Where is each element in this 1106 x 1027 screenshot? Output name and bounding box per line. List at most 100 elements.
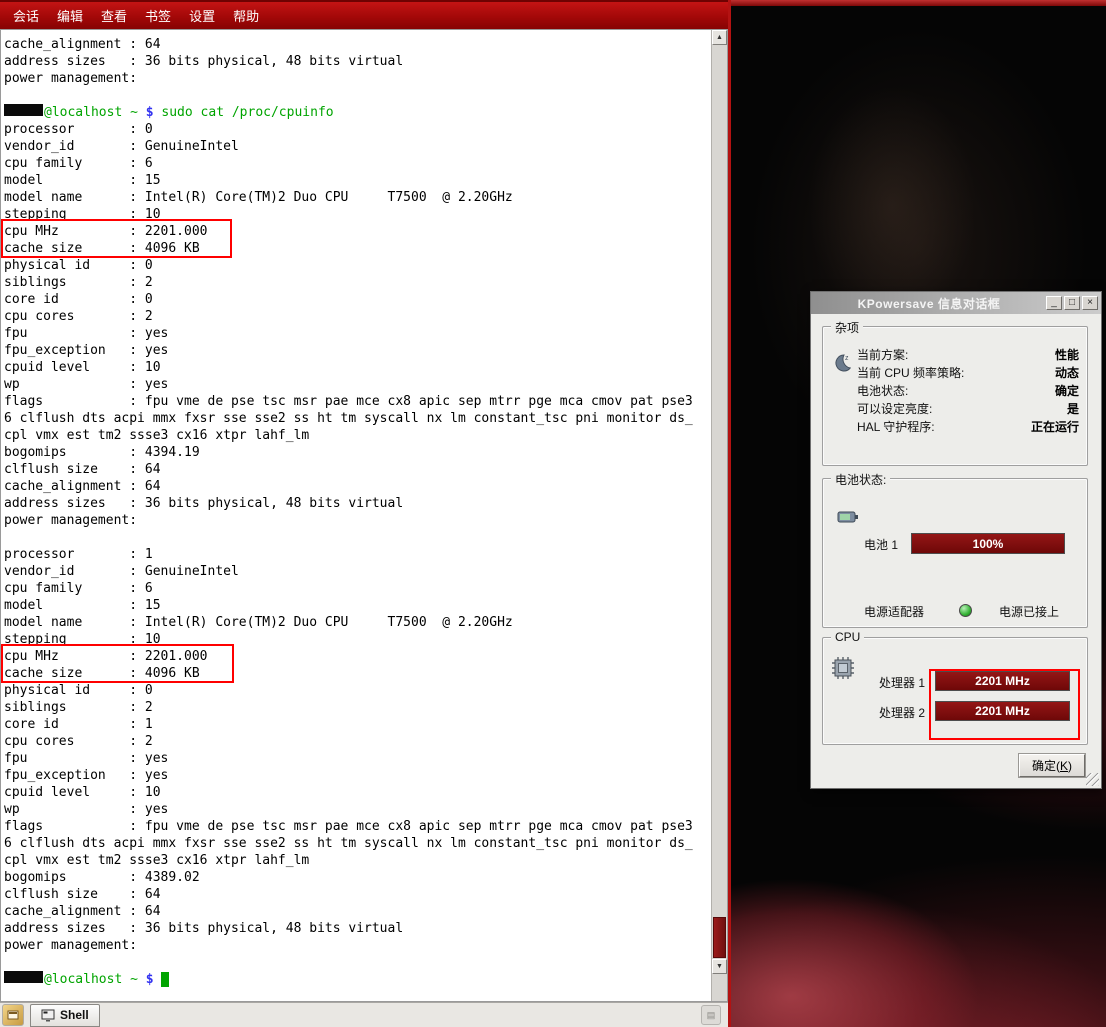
info-row: 电池状态:确定: [857, 381, 1079, 399]
info-label: 电池状态:: [857, 382, 908, 399]
terminal-line: [4, 529, 711, 546]
terminal-line: cache_alignment : 64: [4, 36, 711, 53]
terminal-cursor: [161, 972, 169, 987]
menu-item[interactable]: 编辑: [48, 6, 92, 25]
cpu-frequency-bar: 2201 MHz: [935, 671, 1070, 691]
scroll-down-button[interactable]: ▼: [712, 959, 727, 974]
terminal-line: stepping : 10: [4, 206, 711, 223]
menu-item[interactable]: 设置: [180, 6, 224, 25]
info-label: 当前方案:: [857, 346, 908, 363]
terminal-line: [4, 87, 711, 104]
terminal-line: model : 15: [4, 597, 711, 614]
menu-item[interactable]: 帮助: [224, 6, 268, 25]
terminal-line: cpu cores : 2: [4, 733, 711, 750]
terminal-line: 6 clflush dts acpi mmx fxsr sse sse2 ss …: [4, 835, 711, 852]
tab-label: Shell: [60, 1008, 89, 1022]
info-row: 当前方案:性能: [857, 345, 1079, 363]
terminal-output[interactable]: cache_alignment : 64address sizes : 36 b…: [1, 30, 711, 1001]
menu-item[interactable]: 查看: [92, 6, 136, 25]
battery-group-title: 电池状态:: [831, 471, 890, 488]
prompt-host: @localhost ~: [44, 972, 138, 987]
terminal-line: cpu family : 6: [4, 580, 711, 597]
processor-label: 处理器 1: [879, 674, 925, 691]
terminal-line: siblings : 2: [4, 274, 711, 291]
konsole-tabbar: Shell ▤: [0, 1002, 728, 1027]
dialog-titlebar[interactable]: KPowersave 信息对话框 _ □ ×: [811, 292, 1101, 314]
new-session-button[interactable]: [2, 1004, 24, 1026]
terminal-line: cpu family : 6: [4, 155, 711, 172]
maximize-button[interactable]: □: [1064, 296, 1080, 310]
terminal-line: siblings : 2: [4, 699, 711, 716]
screen: 会话编辑查看书签设置帮助 cache_alignment : 64address…: [0, 0, 1106, 1027]
terminal-scrollbar[interactable]: ▲ ▼: [711, 30, 727, 1001]
terminal-line: model name : Intel(R) Core(TM)2 Duo CPU …: [4, 614, 711, 631]
info-label: 可以设定亮度:: [857, 400, 932, 417]
minimize-button[interactable]: _: [1046, 296, 1062, 310]
terminal-line: clflush size : 64: [4, 461, 711, 478]
suspend-icon: z: [830, 351, 854, 378]
terminal-line: clflush size : 64: [4, 886, 711, 903]
processor-row: 处理器 2 2201 MHz: [879, 701, 1077, 721]
terminal-line: fpu : yes: [4, 325, 711, 342]
terminal-line: wp : yes: [4, 801, 711, 818]
ac-adapter-label: 电源适配器: [864, 603, 924, 620]
terminal-line: fpu_exception : yes: [4, 342, 711, 359]
kpowersave-dialog: KPowersave 信息对话框 _ □ × 杂项 z 当前方案:性能当前 CP…: [810, 291, 1102, 789]
prompt-command: sudo cat /proc/cpuinfo: [161, 105, 333, 120]
terminal-line: wp : yes: [4, 376, 711, 393]
info-label: 当前 CPU 频率策略:: [857, 364, 964, 381]
scrollbar-thumb[interactable]: [713, 917, 726, 958]
misc-group-title: 杂项: [831, 319, 863, 336]
resize-grip[interactable]: [1086, 773, 1099, 786]
prompt-host: @localhost ~: [44, 105, 138, 120]
info-row: 当前 CPU 频率策略: 动态: [857, 363, 1079, 381]
terminal-line: stepping : 10: [4, 631, 711, 648]
battery-label: 电池 1: [864, 536, 898, 553]
redacted-username: [4, 971, 43, 983]
terminal-line: cache_alignment : 64: [4, 903, 711, 920]
scroll-up-button[interactable]: ▲: [712, 30, 727, 45]
battery-icon: [836, 505, 861, 530]
terminal-line: model name : Intel(R) Core(TM)2 Duo CPU …: [4, 189, 711, 206]
terminal-line: physical id : 0: [4, 682, 711, 699]
battery-group: 电池状态: 电池 1 100% 电源适配器 电源已接上: [822, 478, 1088, 628]
svg-text:z: z: [845, 355, 849, 362]
konsole-menubar: 会话编辑查看书签设置帮助: [0, 0, 728, 29]
info-value: 正在运行: [1031, 418, 1079, 435]
terminal-line: cpuid level : 10: [4, 784, 711, 801]
battery-progress-bar: 100%: [911, 533, 1065, 554]
terminal-line: bogomips : 4389.02: [4, 869, 711, 886]
terminal-line: fpu_exception : yes: [4, 767, 711, 784]
shell-tab-icon: [41, 1009, 55, 1022]
terminal-prompt-line: @localhost ~ $: [4, 971, 711, 988]
terminal-line: [4, 954, 711, 971]
cpu-frequency-value: 2201 MHz: [975, 704, 1030, 718]
processor-row: 处理器 1 2201 MHz: [879, 671, 1077, 691]
misc-group: 杂项 z 当前方案:性能当前 CPU 频率策略:动态电池状态:确定可以设定亮度:…: [822, 326, 1088, 466]
info-label: HAL 守护程序:: [857, 418, 935, 435]
terminal-line: vendor_id : GenuineIntel: [4, 563, 711, 580]
terminal-line: cpu cores : 2: [4, 308, 711, 325]
terminal-line: core id : 1: [4, 716, 711, 733]
ok-button[interactable]: 确定(K): [1019, 754, 1085, 777]
terminal-body[interactable]: cache_alignment : 64address sizes : 36 b…: [0, 29, 728, 1002]
info-row: 可以设定亮度:是: [857, 399, 1079, 417]
new-session-icon: [7, 1009, 19, 1021]
terminal-line: cpu MHz : 2201.000: [4, 223, 711, 240]
menu-item[interactable]: 书签: [136, 6, 180, 25]
terminal-line: core id : 0: [4, 291, 711, 308]
info-row: HAL 守护程序: 正在运行: [857, 417, 1079, 435]
terminal-line: power management:: [4, 937, 711, 954]
processor-label: 处理器 2: [879, 704, 925, 721]
ac-adapter-row: 电源适配器 电源已接上: [864, 603, 1079, 619]
terminal-line: address sizes : 36 bits physical, 48 bit…: [4, 495, 711, 512]
tab-shell[interactable]: Shell: [30, 1004, 100, 1027]
terminal-line: address sizes : 36 bits physical, 48 bit…: [4, 53, 711, 70]
ac-adapter-status: 电源已接上: [999, 603, 1059, 620]
menu-item[interactable]: 会话: [4, 6, 48, 25]
close-button[interactable]: ×: [1082, 296, 1098, 310]
terminal-line: cpuid level : 10: [4, 359, 711, 376]
session-list-button[interactable]: ▤: [701, 1005, 721, 1025]
prompt-dollar: $: [138, 972, 161, 987]
info-value: 动态: [1055, 364, 1079, 381]
